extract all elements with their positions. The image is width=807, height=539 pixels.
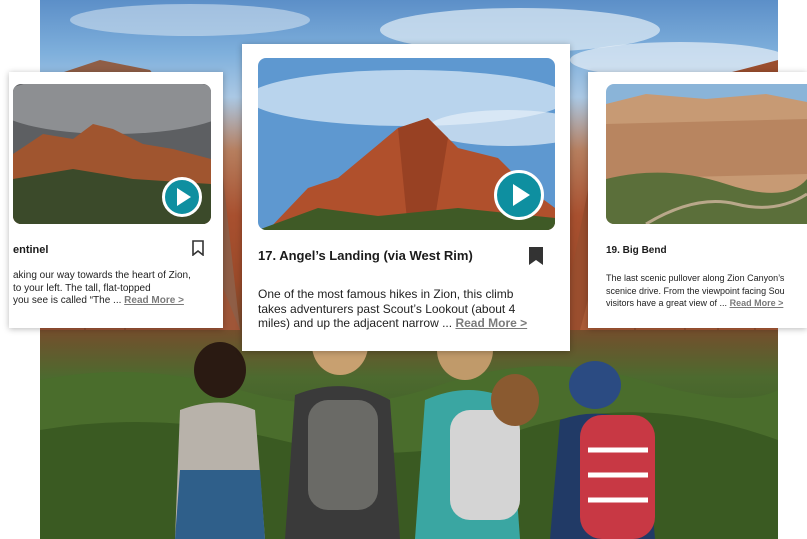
desc-line: you see is called “The ... Read More >: [13, 295, 184, 306]
bookmark-outline-icon[interactable]: [191, 240, 205, 261]
desc-line: takes adventurers past Scout’s Lookout (…: [258, 301, 516, 316]
left-card-title[interactable]: entinel: [13, 244, 48, 256]
right-card-title[interactable]: 19. Big Bend: [606, 245, 667, 256]
center-card-play-button[interactable]: [494, 170, 544, 220]
read-more-link[interactable]: Read More >: [124, 295, 184, 306]
right-card-description: The last scenic pullover along Zion Cany…: [606, 272, 807, 310]
left-poi-card[interactable]: entinel aking our way towards the heart …: [9, 72, 223, 328]
center-poi-card[interactable]: 17. Angel’s Landing (via West Rim) One o…: [242, 44, 570, 351]
read-more-link[interactable]: Read More >: [730, 298, 784, 308]
play-icon: [177, 188, 191, 206]
desc-line: One of the most famous hikes in Zion, th…: [258, 287, 514, 301]
bookmark-filled-icon[interactable]: [528, 246, 544, 271]
desc-line: The last scenic pullover along Zion Cany…: [606, 273, 785, 283]
left-card-description: aking our way towards the heart of Zion,…: [13, 270, 221, 308]
right-card-thumbnail[interactable]: [606, 84, 807, 224]
desc-line: visitors have a great view of ... Read M…: [606, 298, 784, 308]
desc-line: aking our way towards the heart of Zion,: [13, 270, 191, 281]
desc-line: miles) and up the adjacent narrow ... Re…: [258, 316, 528, 330]
center-card-description: One of the most famous hikes in Zion, th…: [258, 287, 558, 331]
play-icon: [513, 184, 530, 206]
desc-line: to your left. The tall, flat-topped: [13, 282, 151, 294]
desc-line: scenice drive. From the viewpoint facing…: [606, 285, 785, 296]
center-card-title[interactable]: 17. Angel’s Landing (via West Rim): [258, 248, 473, 263]
read-more-link[interactable]: Read More >: [455, 316, 527, 330]
left-card-play-button[interactable]: [162, 177, 202, 217]
right-poi-card[interactable]: 19. Big Bend The last scenic pullover al…: [588, 72, 807, 328]
